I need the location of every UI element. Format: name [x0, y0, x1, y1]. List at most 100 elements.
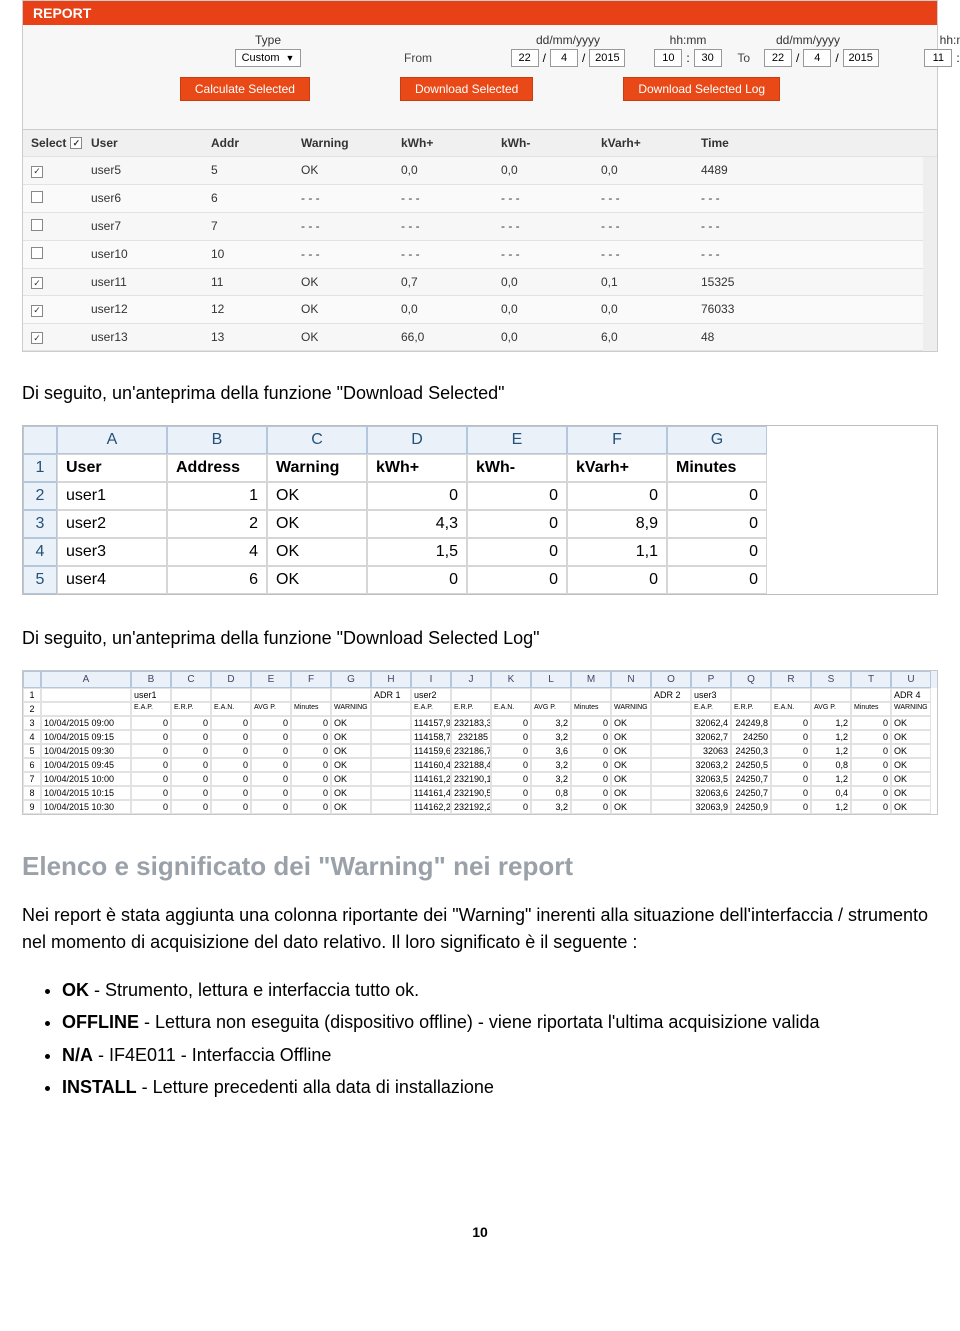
excel1-cell: 8,9	[567, 510, 667, 538]
preview2-text: Di seguito, un'anteprima della funzione …	[22, 625, 938, 652]
section-para: Nei report è stata aggiunta una colonna …	[22, 902, 938, 956]
cell-addr: 11	[211, 275, 301, 289]
excel1-cell: 4	[167, 538, 267, 566]
excel1-cell: 1,1	[567, 538, 667, 566]
preview1-text: Di seguito, un'anteprima della funzione …	[22, 380, 938, 407]
col-letter: A	[57, 426, 167, 454]
excel1-cell: 0	[467, 482, 567, 510]
select-all-checkbox[interactable]	[70, 137, 82, 149]
cell-warning: - - -	[301, 247, 401, 261]
to-dd[interactable]	[764, 49, 792, 67]
col-user: User	[91, 136, 211, 150]
cell-user: user12	[91, 302, 211, 316]
date-hint-from: dd/mm/yyyy	[493, 33, 643, 47]
col-select: Select	[31, 136, 66, 150]
row-num: 3	[23, 510, 57, 538]
from-dd[interactable]	[511, 49, 539, 67]
cell-kwhm: 0,0	[501, 330, 601, 344]
calculate-button[interactable]: Calculate Selected	[180, 77, 310, 101]
cell-warning: OK	[301, 302, 401, 316]
from-hh[interactable]	[654, 49, 682, 67]
cell-kwhm: - - -	[501, 247, 601, 261]
excel1-cell: user2	[57, 510, 167, 538]
cell-time: 4489	[701, 163, 801, 177]
table-row: user1010- - -- - -- - -- - -- - -	[23, 241, 923, 269]
from-yyyy[interactable]	[589, 49, 625, 67]
section-heading: Elenco e significato dei "Warning" nei r…	[22, 851, 938, 882]
cell-warning: OK	[301, 275, 401, 289]
row-checkbox[interactable]	[31, 219, 43, 231]
excel1-cell: 0	[667, 538, 767, 566]
cell-kvarhp: 0,0	[601, 163, 701, 177]
row-num: 5	[23, 566, 57, 594]
excel1-cell: 0	[367, 566, 467, 594]
cell-kwhm: - - -	[501, 219, 601, 233]
row-checkbox[interactable]	[31, 166, 43, 178]
col-kwhm: kWh-	[501, 136, 601, 150]
to-yyyy[interactable]	[843, 49, 879, 67]
cell-kvarhp: - - -	[601, 191, 701, 205]
from-min[interactable]	[694, 49, 722, 67]
excel1-cell: 0	[667, 482, 767, 510]
excel1-cell: user3	[57, 538, 167, 566]
cell-warning: OK	[301, 330, 401, 344]
from-mm[interactable]	[550, 49, 578, 67]
to-mm[interactable]	[803, 49, 831, 67]
cell-user: user13	[91, 330, 211, 344]
download-button[interactable]: Download Selected	[400, 77, 533, 101]
excel1-cell: user4	[57, 566, 167, 594]
excel1-cell: 0	[467, 566, 567, 594]
install-label: INSTALL	[62, 1077, 137, 1097]
col-letter: B	[167, 426, 267, 454]
row-checkbox[interactable]	[31, 305, 43, 317]
cell-kwhp: - - -	[401, 247, 501, 261]
excel1-cell: 0	[667, 510, 767, 538]
to-hh[interactable]	[924, 49, 952, 67]
cell-warning: - - -	[301, 191, 401, 205]
table-row: user55OK0,00,00,04489	[23, 157, 923, 185]
excel1-cell: 0	[567, 482, 667, 510]
cell-kwhm: - - -	[501, 191, 601, 205]
row-checkbox[interactable]	[31, 277, 43, 289]
bullet-list: OK - Strumento, lettura e interfaccia tu…	[22, 974, 938, 1104]
ok-label: OK	[62, 980, 89, 1000]
cell-time: - - -	[701, 247, 801, 261]
col-letter: G	[667, 426, 767, 454]
cell-kvarhp: - - -	[601, 247, 701, 261]
excel1-preview: ABCDEFG 1UserAddressWarningkWh+kWh-kVarh…	[22, 425, 938, 595]
excel1-cell: 1	[167, 482, 267, 510]
cell-addr: 13	[211, 330, 301, 344]
cell-addr: 7	[211, 219, 301, 233]
table-row: user1212OK0,00,00,076033	[23, 296, 923, 324]
excel2-preview: ABCDEFGHIJKLMNOPQRSTU1user1ADR 1user2ADR…	[22, 670, 938, 815]
excel1-header: kVarh+	[567, 454, 667, 482]
cell-user: user7	[91, 219, 211, 233]
cell-kwhm: 0,0	[501, 275, 601, 289]
excel1-header: kWh+	[367, 454, 467, 482]
table-row: user77- - -- - -- - -- - -- - -	[23, 213, 923, 241]
row-checkbox[interactable]	[31, 332, 43, 344]
offline-text: - Lettura non eseguita (dispositivo offl…	[139, 1012, 819, 1032]
cell-addr: 12	[211, 302, 301, 316]
excel1-cell: OK	[267, 538, 367, 566]
row-checkbox[interactable]	[31, 191, 43, 203]
na-label: N/A	[62, 1045, 93, 1065]
excel1-cell: 0	[467, 538, 567, 566]
cell-kwhp: 66,0	[401, 330, 501, 344]
report-title: REPORT	[23, 1, 937, 25]
type-select[interactable]: Custom ▼	[235, 49, 302, 67]
excel1-header: Address	[167, 454, 267, 482]
type-label: Type	[193, 33, 343, 47]
row-checkbox[interactable]	[31, 247, 43, 259]
excel1-cell: 0	[567, 566, 667, 594]
cell-time: 15325	[701, 275, 801, 289]
report-panel: REPORT Type dd/mm/yyyy hh:mm dd/mm/yyyy …	[22, 0, 938, 352]
col-time: Time	[701, 136, 801, 150]
type-select-value: Custom	[242, 52, 280, 64]
download-log-button[interactable]: Download Selected Log	[623, 77, 780, 101]
date-hint-to: dd/mm/yyyy	[733, 33, 883, 47]
cell-kwhm: 0,0	[501, 163, 601, 177]
cell-time: - - -	[701, 219, 801, 233]
to-label: To	[737, 51, 750, 65]
col-letter: E	[467, 426, 567, 454]
